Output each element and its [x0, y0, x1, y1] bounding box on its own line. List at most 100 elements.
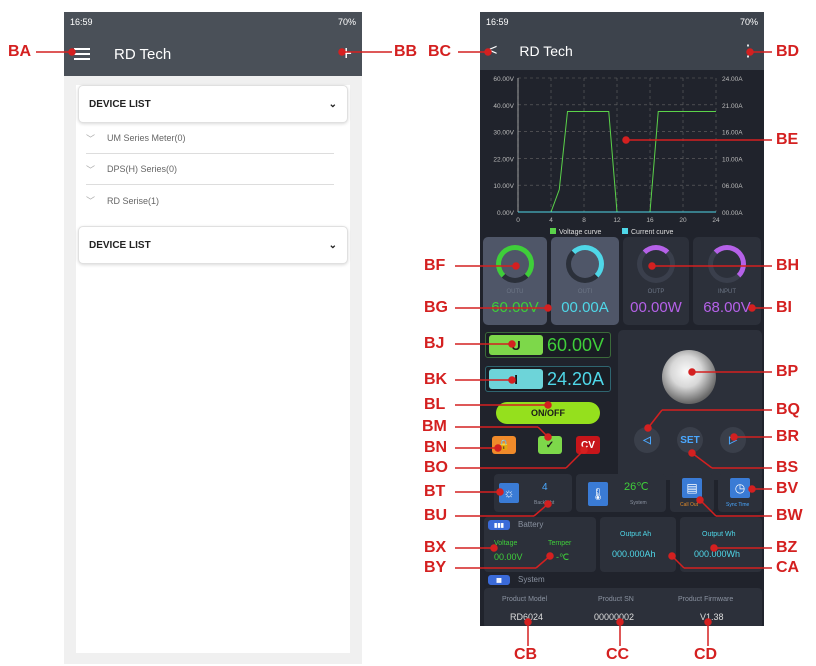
y-left-tick-label: 60.00V	[493, 76, 514, 83]
set-button[interactable]: SET	[677, 427, 703, 453]
output-ah-label: Output Ah	[620, 531, 652, 538]
status-time: 16:59	[486, 17, 509, 27]
callout-bs: BS	[776, 459, 799, 476]
x-tick-label: 12	[613, 217, 621, 224]
callout-bc: BC	[428, 43, 452, 60]
gauge-ring	[566, 245, 604, 283]
confirm-check-button[interactable]: ✓	[538, 436, 562, 454]
device-list-panel: DEVICE LIST ⌄ ﹀ UM Series Meter(0) ﹀ DPS(H)…	[76, 85, 350, 653]
battery-status: 70%	[337, 17, 356, 27]
device-control-screen: 16:59 70% < RD Tech ⋮ 60.00V 24.00A 40.00V 21.…	[480, 12, 764, 626]
sync-time-tile[interactable]: ◷ Sync Time	[718, 474, 762, 512]
battery-temper-value: -℃	[556, 552, 570, 562]
legend-label-current: Current curve	[631, 229, 674, 236]
device-list-title: DEVICE LIST	[89, 98, 151, 110]
onoff-button[interactable]: ON/OFF	[496, 402, 600, 424]
meter-outu: OUTU 60.00V	[483, 237, 547, 325]
system-temp-tile: 🌡 26℃ System	[576, 474, 666, 512]
meter-outp: OUTP 00.00W	[623, 237, 689, 325]
y-right-tick-label: 21.00A	[722, 103, 743, 110]
menu-icon[interactable]	[74, 48, 90, 60]
callout-bx: BX	[424, 539, 447, 556]
output-wh-value: 000.000Wh	[694, 549, 741, 559]
device-list-header-2[interactable]: DEVICE LIST ⌄	[78, 226, 348, 264]
battery-voltage-value: 00.00V	[494, 552, 523, 562]
callout-ba: BA	[8, 43, 32, 60]
output-ah-panel: Output Ah 000.000Ah	[600, 517, 676, 572]
gauge-ring	[496, 245, 534, 283]
app-header: 16:59 70% < RD Tech ⋮	[480, 12, 764, 70]
system-title: System	[518, 575, 545, 584]
callout-bz: BZ	[776, 539, 798, 556]
right-arrow-button[interactable]: ▷	[720, 427, 746, 453]
callout-bp: BP	[776, 363, 799, 380]
callout-bm: BM	[422, 418, 447, 435]
status-bar: 16:59 70%	[480, 12, 764, 32]
callout-bv: BV	[776, 480, 799, 497]
clock-icon: ◷	[730, 478, 750, 498]
series-item-dps[interactable]: ﹀ DPS(H) Series(0)	[86, 154, 334, 185]
voltage-set-value: 60.00V	[547, 334, 605, 355]
chevron-down-icon: ﹀	[86, 164, 96, 175]
series-label: RD Serise(1)	[107, 195, 160, 206]
x-tick-label: 16	[646, 217, 654, 224]
back-button[interactable]: <	[488, 42, 497, 60]
current-set-value: 24.20A	[547, 368, 605, 389]
meter-value: 68.00V	[703, 299, 751, 316]
left-arrow-button[interactable]: ◁	[634, 427, 660, 453]
y-left-tick-label: 30.00V	[493, 130, 514, 137]
series-item-rd[interactable]: ﹀ RD Serise(1)	[86, 185, 334, 216]
callout-bt: BT	[424, 483, 446, 500]
series-item-um[interactable]: ﹀ UM Series Meter(0)	[86, 123, 334, 154]
meter-value: 00.00A	[561, 299, 609, 316]
callout-bu: BU	[424, 507, 448, 524]
battery-status: 70%	[739, 17, 758, 27]
output-ah-value: 000.000Ah	[612, 549, 656, 559]
current-set-icon: I	[489, 369, 543, 389]
system-icon: ▦	[488, 575, 510, 585]
y-left-tick-label: 22.00V	[493, 156, 514, 163]
legend-swatch-voltage	[550, 228, 556, 234]
y-right-tick-label: 00.00A	[722, 210, 743, 217]
callout-bd: BD	[776, 43, 800, 60]
series-label: DPS(H) Series(0)	[107, 164, 178, 174]
callout-bg: BG	[424, 299, 448, 316]
product-firmware-value: V1.38	[700, 612, 724, 622]
current-set-display[interactable]: I 24.20A	[485, 366, 611, 392]
callout-cb: CB	[514, 646, 538, 663]
chevron-down-icon: ﹀	[86, 133, 96, 144]
rotary-knob[interactable]	[662, 350, 716, 404]
meter-input: INPUT 68.00V	[693, 237, 761, 325]
sync-time-label: Sync Time	[726, 502, 750, 508]
app-title: RD Tech	[114, 45, 172, 63]
meter-label: OUTI	[577, 289, 593, 295]
y-right-tick-label: 16.00A	[722, 130, 743, 137]
voltage-set-display[interactable]: U 60.00V	[485, 332, 611, 358]
callout-be: BE	[776, 131, 799, 148]
more-menu-button[interactable]: ⋮	[740, 41, 756, 61]
device-list-header[interactable]: DEVICE LIST ⌄	[78, 85, 348, 123]
add-device-button[interactable]: +	[340, 43, 352, 66]
backlight-tile[interactable]: ☼ 4 Backlight	[494, 474, 572, 512]
chevron-down-icon: ﹀	[86, 196, 96, 206]
voltage-label: Voltage	[494, 540, 518, 547]
chevron-down-icon: ⌄	[328, 239, 337, 251]
callout-bw: BW	[776, 507, 803, 524]
chevron-down-icon: ⌄	[328, 98, 337, 110]
backlight-label: Backlight	[534, 500, 555, 506]
temper-label: Temper	[548, 540, 572, 547]
legend-swatch-current	[622, 228, 628, 234]
meter-value: 00.00W	[630, 299, 682, 316]
battery-icon: ▮▮▮	[488, 520, 510, 530]
cv-mode-indicator: CV	[576, 436, 600, 454]
lock-button[interactable]: 🔒	[492, 436, 516, 454]
callout-bk: BK	[424, 371, 448, 388]
y-right-tick-label: 24.00A	[722, 76, 743, 83]
meter-label: INPUT	[718, 289, 736, 295]
x-tick-label: 20	[679, 217, 687, 224]
callout-bq: BQ	[776, 401, 800, 418]
call-out-tile[interactable]: ▤ Call Out	[670, 474, 714, 512]
callout-bj: BJ	[424, 335, 445, 352]
meter-label: OUTP	[647, 289, 665, 295]
product-model-value: RD6024	[510, 612, 544, 622]
